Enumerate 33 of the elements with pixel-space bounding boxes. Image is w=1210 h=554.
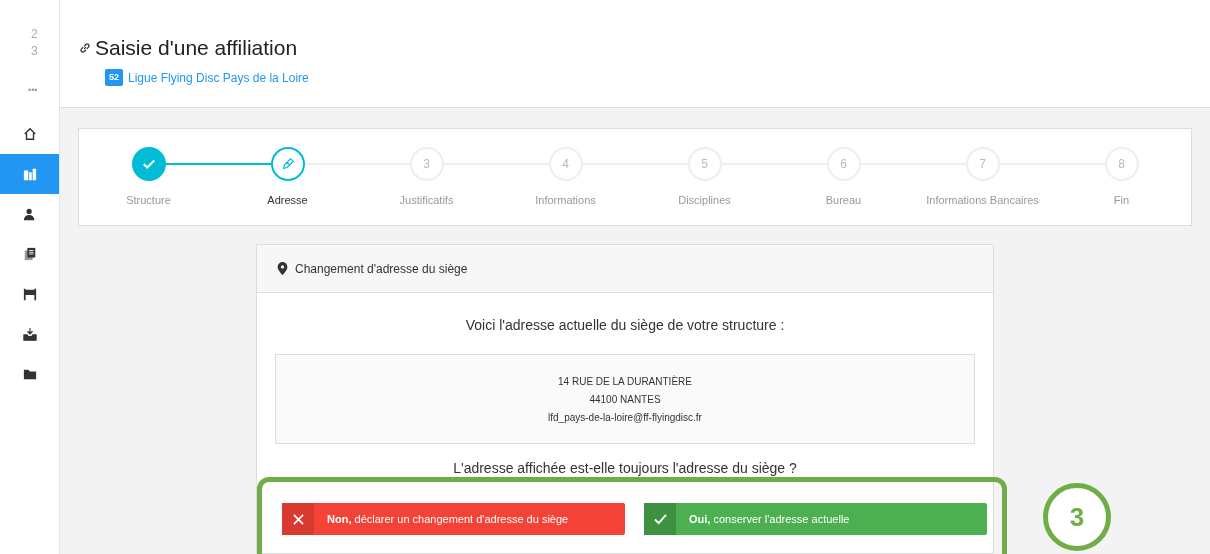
close-icon bbox=[292, 513, 304, 525]
address-line: 14 RUE DE LA DURANTIÈRE bbox=[558, 374, 692, 389]
question-text: L'adresse affichée est-elle toujours l'adresse du siège ? bbox=[452, 459, 798, 478]
check-icon bbox=[653, 513, 667, 525]
pencil-icon bbox=[280, 157, 295, 171]
address-line: lfd_pays-de-la-loire@ff-flyingdisc.fr bbox=[548, 410, 702, 425]
page-title: Saisie d'une affiliation bbox=[95, 35, 298, 61]
intro-text: Voici l'adresse actuelle du siège de votre structure : bbox=[464, 316, 786, 335]
check-icon bbox=[141, 157, 156, 171]
step-number-badge: 3 bbox=[1043, 483, 1111, 551]
map-pin-icon bbox=[277, 262, 288, 275]
panel-title: Changement d'adresse du siège bbox=[295, 260, 468, 278]
number-badge: 52 bbox=[105, 68, 123, 87]
step-label: Informations Bancaires bbox=[926, 193, 1039, 208]
more-menu[interactable]: ••• bbox=[0, 84, 59, 98]
step-label: Disciplines bbox=[678, 193, 731, 208]
line-number: 3 bbox=[30, 43, 39, 60]
home-icon bbox=[22, 126, 37, 141]
documents-icon bbox=[22, 246, 37, 261]
decline-button[interactable]: Non, déclarer un changement d'adresse du siège bbox=[282, 503, 625, 535]
line-number: 2 bbox=[30, 26, 39, 43]
link-icon bbox=[78, 40, 92, 55]
step-label: Structure bbox=[126, 193, 171, 208]
user-icon bbox=[22, 206, 37, 221]
step-label: Informations bbox=[535, 193, 596, 208]
step-label: Fin bbox=[1113, 193, 1130, 208]
step-label: Adresse bbox=[267, 193, 308, 208]
step-label: Bureau bbox=[825, 193, 862, 208]
step-label: Justificatifs bbox=[399, 193, 454, 208]
confirm-button[interactable]: Oui, conserver l'adresse actuelle bbox=[644, 503, 987, 535]
address-line: 44100 NANTES bbox=[589, 392, 661, 407]
inbox-icon bbox=[22, 326, 37, 341]
organization-link[interactable]: Ligue Flying Disc Pays de la Loire bbox=[128, 68, 309, 87]
